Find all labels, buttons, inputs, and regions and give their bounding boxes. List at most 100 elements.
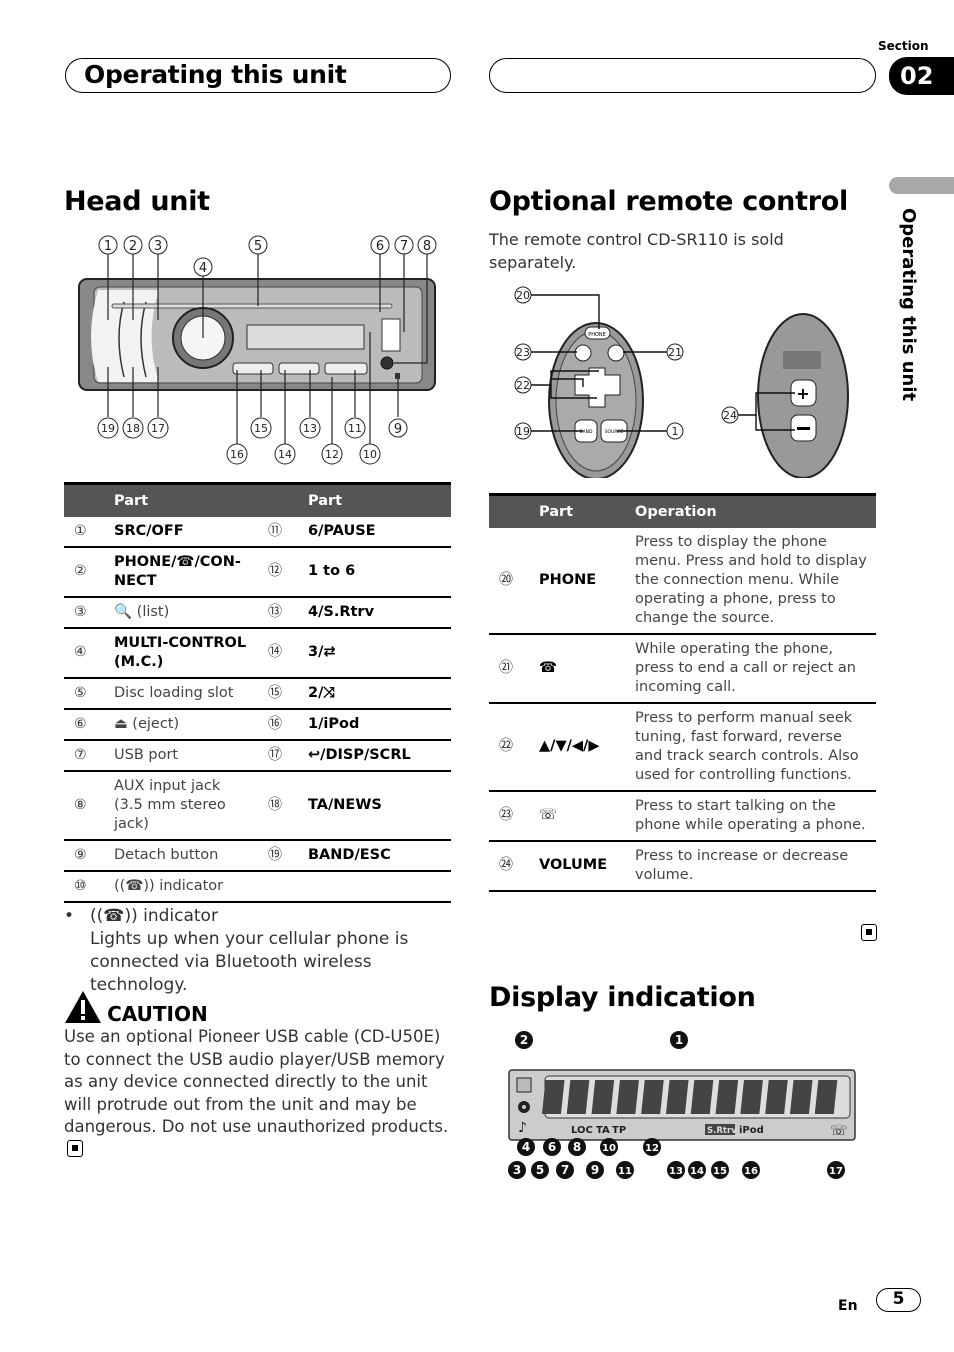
- svg-text:12: 12: [645, 1143, 659, 1154]
- callout-13: 13: [299, 417, 321, 439]
- callout-12: 12: [321, 443, 343, 465]
- head-unit-heading: Head unit: [64, 186, 210, 217]
- section-number-badge: 02: [889, 57, 954, 95]
- indicator-tp: TP: [612, 1125, 626, 1136]
- svg-text:2: 2: [520, 1033, 528, 1047]
- callout-d14: 14: [688, 1161, 706, 1179]
- preset-buttons-3: [324, 362, 368, 375]
- page-number: 5: [876, 1288, 921, 1312]
- caution-body: Use an optional Pioneer USB cable (CD-U5…: [64, 1027, 449, 1136]
- svg-text:BAND: BAND: [580, 429, 594, 435]
- svg-text:18: 18: [126, 422, 140, 435]
- callout-1: 1: [98, 235, 118, 255]
- col-header-operation: Operation: [629, 493, 876, 528]
- callout-d6: 6: [543, 1138, 561, 1156]
- head-unit-figure: 1 2 3 4 5 6 7 8 9 10 11 12 13 14 15 16 1…: [64, 232, 448, 468]
- svg-text:15: 15: [713, 1166, 727, 1177]
- svg-text:10: 10: [602, 1143, 616, 1154]
- col-header-part: Part: [533, 493, 629, 528]
- end-mark-icon: [861, 924, 877, 941]
- callout-15: 15: [250, 417, 272, 439]
- indicator-ta: TA: [596, 1125, 610, 1136]
- table-row: ⑳ PHONE Press to display the phone menu. P…: [489, 527, 876, 635]
- callout-19: 19: [97, 417, 119, 439]
- svg-text:3: 3: [513, 1163, 521, 1177]
- matrix-character-cell: [541, 1080, 565, 1114]
- table-header-row: Part Part: [64, 482, 451, 517]
- callout-19-remote: 19: [514, 422, 532, 440]
- table-row: ② PHONE/☎/CON-NECT ⑫ 1 to 6: [64, 546, 451, 598]
- svg-text:7: 7: [400, 239, 408, 254]
- callout-d7: 7: [556, 1161, 574, 1179]
- callout-22: 22: [514, 376, 532, 394]
- section-label: Section: [878, 39, 929, 53]
- svg-text:1: 1: [672, 425, 679, 438]
- header-blank-pill: [489, 58, 876, 93]
- matrix-character-cell: [690, 1080, 714, 1114]
- svg-text:1: 1: [104, 239, 112, 254]
- svg-text:1: 1: [675, 1033, 683, 1047]
- matrix-character-cell: [665, 1080, 689, 1114]
- disc-slot: [111, 303, 393, 309]
- svg-text:+: +: [796, 384, 809, 403]
- callout-17: 17: [147, 417, 169, 439]
- display-indication-figure: ♪ LOC TA TP S.Rtrv iPod ☏ 2 1 4 6 8 10 1…: [505, 1028, 857, 1186]
- remote-operations-table: Part Operation ⑳ PHONE Press to display th…: [489, 493, 876, 892]
- table-row: ⑧ AUX input jack (3.5 mm stereo jack) ⑱ TA/…: [64, 770, 451, 841]
- matrix-character-cell: [715, 1080, 739, 1114]
- callout-d4: 4: [517, 1138, 535, 1156]
- chapter-title-pill: Operating this unit: [65, 58, 451, 93]
- callout-d1: 1: [670, 1031, 688, 1049]
- svg-text:19: 19: [516, 425, 530, 438]
- callout-d11: 11: [616, 1161, 634, 1179]
- indicator-ipod: iPod: [739, 1125, 764, 1136]
- chapter-title: Operating this unit: [84, 60, 347, 89]
- callout-d13: 13: [667, 1161, 685, 1179]
- svg-text:3: 3: [154, 239, 162, 254]
- svg-text:4: 4: [199, 261, 207, 276]
- end-mark-icon: [67, 1139, 83, 1157]
- remote-heading: Optional remote control: [489, 186, 848, 217]
- svg-text:16: 16: [744, 1166, 758, 1177]
- svg-text:24: 24: [723, 409, 737, 422]
- remote-control-figure: PHONE BAND SOURCE + 20 23 22 19 21 1 24: [505, 283, 865, 480]
- svg-text:12: 12: [325, 448, 339, 461]
- svg-text:6: 6: [376, 239, 384, 254]
- table-row: ⑦ USB port ⑰ ↩/DISP/SCRL: [64, 739, 451, 772]
- svg-text:6: 6: [548, 1140, 556, 1154]
- svg-text:14: 14: [278, 448, 292, 461]
- callout-d9: 9: [586, 1161, 604, 1179]
- title-icon: [516, 1077, 532, 1093]
- callout-3: 3: [148, 235, 168, 255]
- table-row: ④ MULTI-CONTROL (M.C.) ⑭ 3/⇄: [64, 627, 451, 679]
- svg-text:16: 16: [230, 448, 244, 461]
- side-tab-label: Operating this unit: [898, 208, 919, 402]
- matrix-character-cell: [814, 1080, 838, 1114]
- svg-text:13: 13: [669, 1166, 683, 1177]
- callout-10: 10: [359, 443, 381, 465]
- music-note-icon: ♪: [518, 1120, 527, 1136]
- indicator-srtrv: S.Rtrv: [707, 1126, 737, 1136]
- callout-16: 16: [226, 443, 248, 465]
- svg-text:17: 17: [151, 422, 165, 435]
- table-row: ㉔ VOLUME Press to increase or decrease vol…: [489, 840, 876, 892]
- table-row: ⑤ Disc loading slot ⑮ 2/⤨: [64, 677, 451, 710]
- matrix-character-cell: [616, 1080, 639, 1114]
- table-row: ㉓ ☏ Press to start talking on the phone wh…: [489, 790, 876, 842]
- usb-port: [381, 318, 401, 352]
- caution-block: CAUTION Use an optional Pioneer USB cabl…: [64, 990, 454, 1161]
- aux-jack: [380, 356, 394, 370]
- svg-text:8: 8: [423, 239, 431, 254]
- svg-text:SOURCE: SOURCE: [605, 429, 624, 435]
- callout-5: 5: [248, 235, 268, 255]
- svg-text:10: 10: [363, 448, 377, 461]
- svg-text:19: 19: [101, 422, 115, 435]
- svg-text:23: 23: [516, 346, 530, 359]
- indicator-note-title: ((☎)) indicator: [90, 906, 218, 926]
- indicator-note-body: Lights up when your cellular phone is co…: [90, 929, 409, 995]
- callout-2: 2: [123, 235, 143, 255]
- table-row: ㉒ ▲/▼/◀/▶ Press to perform manual seek tun…: [489, 702, 876, 792]
- svg-text:2: 2: [129, 239, 137, 254]
- callout-d16: 16: [742, 1161, 760, 1179]
- matrix-character-cell: [765, 1080, 788, 1114]
